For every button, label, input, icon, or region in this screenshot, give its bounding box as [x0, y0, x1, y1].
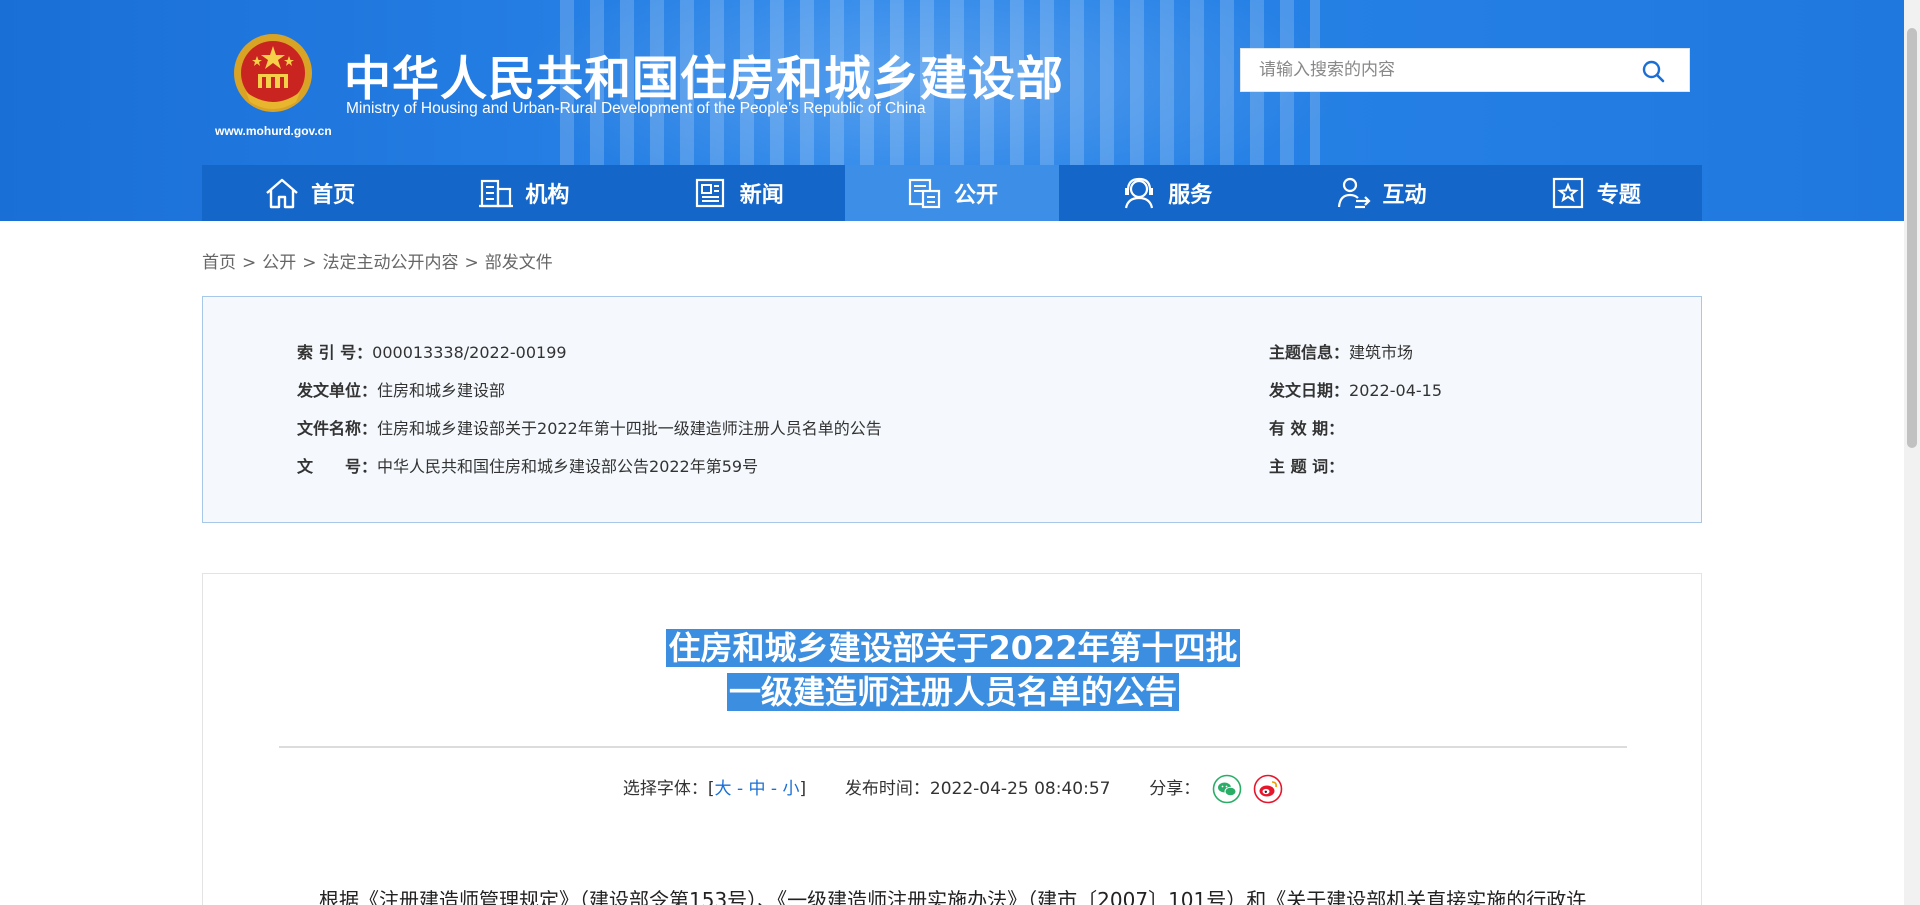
- building-icon: [479, 179, 514, 208]
- breadcrumb-ministry-documents[interactable]: 部发文件: [485, 253, 553, 273]
- info-label: 索 引 号：: [297, 343, 373, 362]
- page-viewport: www.mohurd.gov.cn 中华人民共和国住房和城乡建设部 Minist…: [0, 0, 1904, 905]
- info-label: 文件名称：: [297, 419, 378, 438]
- site-title-english: Ministry of Housing and Urban-Rural Deve…: [346, 100, 926, 117]
- nav-label: 专题: [1596, 183, 1641, 208]
- document-info-panel: 索 引 号：000013338/2022-00199 发文单位：住房和城乡建设部…: [202, 296, 1702, 523]
- font-dash: -: [765, 779, 783, 799]
- info-label: 主 题 词：: [1269, 457, 1345, 476]
- page-scrollbar[interactable]: [1904, 0, 1920, 905]
- nav-item-home[interactable]: 首页: [202, 165, 416, 221]
- info-validity: 有 效 期：: [1269, 415, 1344, 439]
- info-keywords: 主 题 词：: [1269, 453, 1344, 477]
- nav-label: 新闻: [739, 183, 784, 208]
- interaction-icon: [1337, 177, 1371, 209]
- home-icon: [266, 178, 298, 209]
- wechat-share-icon[interactable]: [1212, 774, 1242, 804]
- article-meta: 选择字体：[大 - 中 - 小] 发布时间：2022-04-25 08:40:5…: [203, 774, 1703, 804]
- breadcrumb-separator: >: [242, 253, 257, 273]
- info-issue-date: 发文日期：2022-04-15: [1269, 377, 1442, 401]
- nav-item-news[interactable]: 新闻: [631, 165, 845, 221]
- info-issuer: 发文单位：住房和城乡建设部: [297, 377, 505, 401]
- info-label: 发文单位：: [297, 381, 378, 400]
- font-large-link[interactable]: 大: [715, 779, 732, 799]
- breadcrumb-statutory-content[interactable]: 法定主动公开内容: [323, 253, 459, 273]
- star-box-icon: [1552, 177, 1583, 209]
- national-emblem-icon[interactable]: [232, 32, 314, 114]
- publish-time: 2022-04-25 08:40:57: [929, 779, 1111, 799]
- publish-time-label: 发布时间：: [844, 779, 930, 799]
- breadcrumb-home[interactable]: 首页: [202, 253, 236, 273]
- info-label: 发文日期：: [1269, 381, 1350, 400]
- breadcrumb-separator: >: [464, 253, 479, 273]
- info-label: 有 效 期：: [1269, 419, 1345, 438]
- newspaper-icon: [695, 178, 724, 208]
- nav-label: 互动: [1382, 183, 1427, 208]
- font-select-label: 选择字体：[: [622, 779, 715, 799]
- scrollbar-thumb[interactable]: [1907, 28, 1917, 448]
- search-box: [1240, 48, 1690, 92]
- nav-item-service[interactable]: 服务: [1059, 165, 1273, 221]
- font-dash: -: [731, 779, 749, 799]
- nav-item-interaction[interactable]: 互动: [1273, 165, 1487, 221]
- nav-item-topics[interactable]: 专题: [1488, 165, 1702, 221]
- article-title[interactable]: 住房和城乡建设部关于2022年第十四批 一级建造师注册人员名单的公告: [203, 626, 1703, 714]
- nav-item-organization[interactable]: 机构: [416, 165, 630, 221]
- info-document-number: 文 号：中华人民共和国住房和城乡建设部公告2022年第59号: [297, 453, 758, 477]
- info-topic: 主题信息：建筑市场: [1269, 339, 1413, 363]
- search-input[interactable]: [1241, 49, 1621, 91]
- site-url: www.mohurd.gov.cn: [215, 124, 332, 138]
- info-value: 住房和城乡建设部: [377, 381, 506, 400]
- document-icon: [908, 178, 941, 209]
- breadcrumb: 首页 > 公开 > 法定主动公开内容 > 部发文件: [202, 248, 553, 273]
- breadcrumb-separator: >: [302, 253, 317, 273]
- nav-item-public[interactable]: 公开: [844, 165, 1060, 221]
- info-value: 000013338/2022-00199: [372, 343, 567, 362]
- share-label: 分享：: [1149, 779, 1201, 799]
- font-medium-link[interactable]: 中: [749, 779, 766, 799]
- info-label: 文 号：: [297, 457, 378, 476]
- nav-label: 服务: [1168, 183, 1213, 208]
- nav-label: 机构: [525, 183, 570, 208]
- weibo-share-icon[interactable]: [1253, 774, 1283, 804]
- font-size-selector: 选择字体：[大 - 中 - 小]: [623, 779, 812, 799]
- article-title-line1: 住房和城乡建设部关于2022年第十四批: [666, 629, 1240, 667]
- info-document-name: 文件名称：住房和城乡建设部关于2022年第十四批一级建造师注册人员名单的公告: [297, 415, 882, 439]
- info-value: 中华人民共和国住房和城乡建设部公告2022年第59号: [377, 457, 759, 476]
- info-label: 主题信息：: [1269, 343, 1350, 362]
- nav-label: 公开: [953, 183, 998, 208]
- breadcrumb-public[interactable]: 公开: [262, 253, 296, 273]
- font-select-close: ]: [799, 779, 807, 799]
- article-body: 根据《注册建造师管理规定》（建设部令第153号）、《一级建造师注册实施办法》（建…: [319, 888, 1587, 905]
- info-value: 建筑市场: [1349, 343, 1414, 362]
- article-title-line2: 一级建造师注册人员名单的公告: [726, 673, 1179, 711]
- info-value: 住房和城乡建设部关于2022年第十四批一级建造师注册人员名单的公告: [377, 419, 882, 438]
- nav-label: 首页: [311, 183, 356, 208]
- title-divider: [279, 746, 1627, 748]
- info-value: 2022-04-15: [1349, 381, 1442, 400]
- main-nav: 首页 机构 新闻 公开 服务 互动 专题: [202, 165, 1702, 221]
- info-index-number: 索 引 号：000013338/2022-00199: [297, 339, 567, 363]
- site-title-chinese[interactable]: 中华人民共和国住房和城乡建设部: [344, 40, 1064, 109]
- article: 住房和城乡建设部关于2022年第十四批 一级建造师注册人员名单的公告 选择字体：…: [202, 573, 1702, 905]
- font-small-link[interactable]: 小: [782, 779, 799, 799]
- search-icon[interactable]: [1641, 59, 1665, 83]
- service-agent-icon: [1125, 177, 1154, 209]
